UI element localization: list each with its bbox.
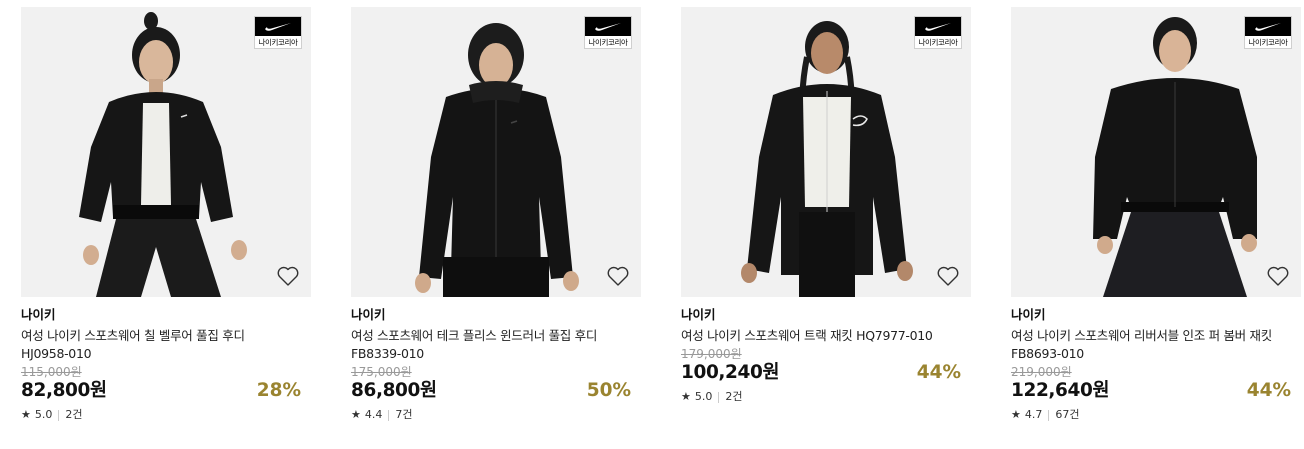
product-name[interactable]: 여성 나이키 스포츠웨어 칠 벨루어 풀집 후디 HJ0958-010 (21, 327, 283, 363)
divider (58, 409, 60, 421)
brand-name: 나이키 (351, 307, 386, 322)
product-name[interactable]: 여성 스포츠웨어 테크 플리스 윈드러너 풀집 후디 FB8339-010 (351, 327, 613, 363)
rating-value: 4.7 (1024, 408, 1043, 421)
model-photo (741, 21, 913, 297)
brand-name: 나이키 (21, 307, 56, 322)
original-price: 115,000원 (21, 365, 82, 379)
product-image[interactable]: 나이키코리아 (1011, 7, 1301, 297)
badge-label: 나이키코리아 (258, 38, 298, 47)
product-name[interactable]: 여성 나이키 스포츠웨어 트랙 재킷 HQ7977-010 (681, 327, 943, 345)
product-image[interactable]: 나이키코리아 (21, 7, 311, 297)
badge-label: 나이키코리아 (918, 38, 958, 47)
review-count: 2건 (725, 390, 743, 403)
product-card[interactable]: 나이키코리아 나이키 여성 나이키 스포츠웨어 트랙 재킷 HQ7977-010… (681, 7, 971, 404)
sale-price: 86,800원 (351, 380, 437, 401)
product-card[interactable]: 나이키코리아 나이키 여성 나이키 스포츠웨어 칠 벨루어 풀집 후디 HJ09… (21, 7, 311, 422)
rating-row: ★ 5.0 2건 (21, 408, 311, 422)
review-count: 7건 (395, 408, 413, 421)
rating-value: 5.0 (34, 408, 53, 421)
sale-price: 82,800원 (21, 380, 107, 401)
model-photo (1093, 17, 1257, 297)
rating-row: ★ 4.7 67건 (1011, 408, 1301, 422)
rating-value: 5.0 (694, 390, 713, 403)
heart-outline-icon[interactable] (276, 265, 300, 287)
discount-rate: 50% (586, 380, 631, 401)
model-photo (415, 23, 579, 297)
discount-rate: 44% (916, 362, 961, 383)
sale-price: 122,640원 (1011, 380, 1110, 401)
product-name[interactable]: 여성 나이키 스포츠웨어 리버서블 인조 퍼 봄버 재킷 FB8693-010 (1011, 327, 1273, 363)
badge-label: 나이키코리아 (588, 38, 628, 47)
product-card[interactable]: 나이키코리아 나이키 여성 스포츠웨어 테크 플리스 윈드러너 풀집 후디 FB… (351, 7, 641, 422)
review-count: 2건 (65, 408, 83, 421)
heart-outline-icon[interactable] (1266, 265, 1290, 287)
divider (1048, 409, 1050, 421)
brand-name: 나이키 (1011, 307, 1046, 322)
nike-swoosh-icon (1255, 22, 1281, 31)
star-icon: ★ (1011, 408, 1021, 421)
product-image[interactable]: 나이키코리아 (351, 7, 641, 297)
product-image[interactable]: 나이키코리아 (681, 7, 971, 297)
brand-logo-badge: 나이키코리아 (584, 16, 632, 49)
rating-value: 4.4 (364, 408, 383, 421)
original-price: 179,000원 (681, 347, 742, 361)
divider (388, 409, 390, 421)
product-card[interactable]: 나이키코리아 나이키 여성 나이키 스포츠웨어 리버서블 인조 퍼 봄버 재킷 … (1011, 7, 1301, 422)
sale-price: 100,240원 (681, 362, 780, 383)
rating-row: ★ 5.0 2건 (681, 390, 971, 404)
original-price: 219,000원 (1011, 365, 1072, 379)
brand-logo-badge: 나이키코리아 (914, 16, 962, 49)
brand-name: 나이키 (681, 307, 716, 322)
discount-rate: 44% (1246, 380, 1291, 401)
review-count: 67건 (1055, 408, 1080, 421)
original-price: 175,000원 (351, 365, 412, 379)
discount-rate: 28% (256, 380, 301, 401)
nike-swoosh-icon (595, 22, 621, 31)
nike-swoosh-icon (265, 22, 291, 31)
heart-outline-icon[interactable] (936, 265, 960, 287)
star-icon: ★ (21, 408, 31, 421)
nike-swoosh-icon (925, 22, 951, 31)
divider (718, 391, 720, 403)
heart-outline-icon[interactable] (606, 265, 630, 287)
badge-label: 나이키코리아 (1248, 38, 1288, 47)
model-photo (79, 12, 247, 297)
star-icon: ★ (351, 408, 361, 421)
star-icon: ★ (681, 390, 691, 403)
brand-logo-badge: 나이키코리아 (254, 16, 302, 49)
brand-logo-badge: 나이키코리아 (1244, 16, 1292, 49)
rating-row: ★ 4.4 7건 (351, 408, 641, 422)
